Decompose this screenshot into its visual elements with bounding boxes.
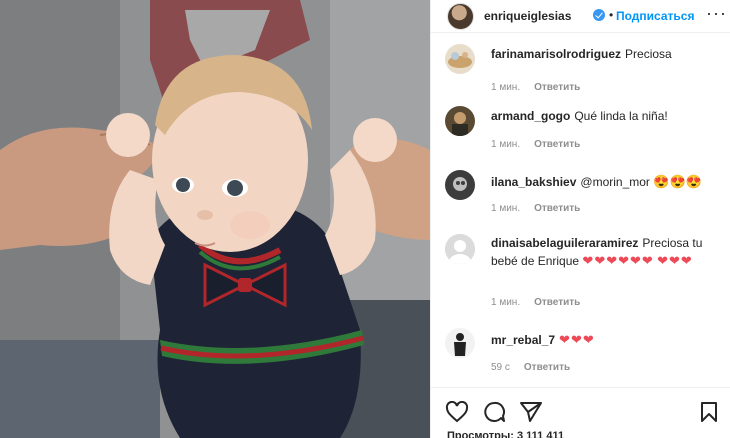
heart-emojis: ❤❤❤ [559, 332, 595, 347]
author-avatar[interactable] [447, 3, 474, 30]
separator-dot: • [609, 8, 614, 22]
commenter-username[interactable]: mr_rebal_7 [491, 333, 555, 347]
comment-time: 1 мин. [491, 139, 521, 150]
share-icon[interactable] [519, 401, 543, 423]
bookmark-icon[interactable] [699, 401, 719, 423]
commenter-username[interactable]: dinaisabelaguileraramirez [491, 236, 638, 250]
comment-icon[interactable] [482, 401, 506, 423]
comment-item: armand_gogo Qué linda la niña! 1 мин. Отве… [431, 106, 730, 166]
post-media[interactable] [0, 0, 430, 438]
heart-outline-icon[interactable] [445, 401, 469, 423]
comment-text: mr_rebal_7 ❤❤❤ [491, 331, 721, 349]
heart-emojis: ❤❤❤ [657, 253, 693, 268]
comment-item: ilana_bakshiev @morin_mor 😍😍😍 1 мин. Ответ… [431, 170, 730, 230]
comments-list[interactable]: farinamarisolrodriguez Preciosa 1 мин. Отв… [431, 34, 730, 386]
baby-photo [0, 0, 430, 438]
comment-meta: 1 мин. Ответить [491, 82, 580, 93]
commenter-username[interactable]: ilana_bakshiev [491, 175, 576, 189]
commenter-avatar[interactable] [445, 328, 475, 358]
comment-meta: 1 мин. Ответить [491, 139, 580, 150]
views-count: Просмотры: 3 111 411 [447, 430, 565, 438]
reply-button[interactable]: Ответить [534, 203, 580, 214]
comment-mention[interactable]: @morin_mor [580, 175, 650, 189]
commenter-username[interactable]: farinamarisolrodriguez [491, 47, 621, 61]
comment-meta: 1 мин. Ответить [491, 297, 580, 308]
comment-text: farinamarisolrodriguez Preciosa [491, 46, 721, 63]
more-options-icon[interactable]: ··· [706, 4, 727, 22]
reply-button[interactable]: Ответить [534, 82, 580, 93]
comment-text: armand_gogo Qué linda la niña! [491, 108, 721, 125]
comment-body: Preciosa [625, 47, 672, 61]
reply-button[interactable]: Ответить [534, 139, 580, 150]
heart-emojis: ❤❤❤❤❤❤ [582, 253, 654, 268]
commenter-avatar[interactable] [445, 234, 475, 264]
comment-meta: 1 мин. Ответить [491, 203, 580, 214]
comment-meta: 59 с Ответить [491, 362, 570, 373]
comment-item: farinamarisolrodriguez Preciosa 1 мин. Отв… [431, 42, 730, 102]
reply-button[interactable]: Ответить [534, 297, 580, 308]
comment-time: 1 мин. [491, 82, 521, 93]
verified-badge-icon [593, 9, 605, 21]
comment-time: 59 с [491, 362, 510, 373]
reply-button[interactable]: Ответить [524, 362, 570, 373]
commenter-avatar[interactable] [445, 170, 475, 200]
comment-item: dinaisabelaguileraramirez Preciosa tu beb… [431, 232, 730, 312]
comment-text: dinaisabelaguileraramirez Preciosa tu beb… [491, 235, 721, 270]
commenter-avatar[interactable] [445, 44, 475, 74]
comment-body: Qué linda la niña! [574, 109, 668, 123]
commenter-avatar[interactable] [445, 106, 475, 136]
follow-button[interactable]: Подписаться [616, 9, 694, 23]
post-side-panel: enriqueiglesias • Подписаться ··· farina… [430, 0, 730, 438]
comment-item: mr_rebal_7 ❤❤❤ 59 с Ответить [431, 326, 730, 386]
comment-text: ilana_bakshiev @morin_mor 😍😍😍 [491, 173, 721, 191]
comment-time: 1 мин. [491, 297, 521, 308]
comment-emoji: 😍😍😍 [653, 174, 702, 189]
author-username[interactable]: enriqueiglesias [484, 9, 571, 23]
post-header: enriqueiglesias • Подписаться ··· [431, 0, 730, 33]
post-actions-bar: Просмотры: 3 111 411 [431, 387, 730, 438]
comment-time: 1 мин. [491, 203, 521, 214]
commenter-username[interactable]: armand_gogo [491, 109, 570, 123]
